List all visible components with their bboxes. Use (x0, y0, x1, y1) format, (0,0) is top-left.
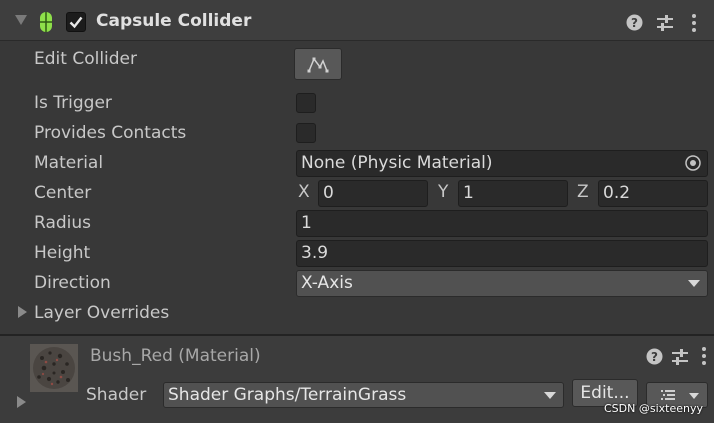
material-label: Material (34, 153, 104, 173)
preset-icon[interactable] (656, 14, 674, 32)
is-trigger-checkbox[interactable] (296, 93, 316, 113)
radius-input[interactable]: 1 (296, 210, 708, 237)
more-icon[interactable] (690, 13, 698, 33)
radius-label: Radius (34, 213, 92, 233)
capsule-collider-icon (38, 11, 54, 33)
center-x-input[interactable]: 0 (318, 180, 428, 207)
material-field-value: None (Physic Material) (301, 153, 493, 173)
shader-label: Shader (86, 385, 147, 405)
material-foldout-icon[interactable] (17, 396, 26, 408)
edit-collider-label: Edit Collider (34, 49, 138, 69)
height-label: Height (34, 243, 91, 263)
center-y-label[interactable]: Y (438, 180, 448, 204)
material-preset-icon[interactable] (671, 348, 689, 366)
center-y-value: 1 (463, 183, 474, 203)
material-help-icon[interactable]: ? (646, 348, 663, 365)
edit-collider-button[interactable] (294, 48, 342, 80)
height-value: 3.9 (301, 243, 329, 263)
is-trigger-label: Is Trigger (34, 93, 112, 113)
center-x-label[interactable]: X (298, 180, 310, 204)
direction-value: X-Axis (301, 273, 353, 293)
provides-contacts-checkbox[interactable] (296, 123, 316, 143)
component-enabled-checkbox[interactable] (66, 12, 86, 32)
center-z-label[interactable]: Z (577, 180, 589, 204)
center-label: Center (34, 183, 92, 203)
shader-dropdown[interactable]: Shader Graphs/TerrainGrass (163, 382, 564, 408)
svg-text:?: ? (631, 16, 638, 30)
component-title: Capsule Collider (96, 11, 252, 31)
material-preview-icon (30, 344, 78, 392)
svg-text:?: ? (651, 350, 658, 364)
provides-contacts-label: Provides Contacts (34, 123, 187, 143)
chevron-down-icon (688, 280, 700, 287)
checkmark-icon (69, 16, 83, 29)
material-field[interactable]: None (Physic Material) (296, 150, 708, 177)
help-icon[interactable]: ? (626, 14, 643, 31)
radius-value: 1 (301, 213, 312, 233)
direction-dropdown[interactable]: X-Axis (296, 270, 708, 297)
material-title: Bush_Red (Material) (90, 346, 261, 366)
edit-collider-icon (307, 57, 329, 73)
direction-label: Direction (34, 273, 111, 293)
center-y-input[interactable]: 1 (458, 180, 568, 207)
object-picker-icon[interactable] (684, 154, 702, 172)
shader-value: Shader Graphs/TerrainGrass (168, 385, 407, 405)
center-z-value: 0.2 (603, 183, 631, 203)
height-input[interactable]: 3.9 (296, 240, 708, 267)
center-z-input[interactable]: 0.2 (598, 180, 708, 207)
shader-chevron-down-icon (544, 392, 556, 399)
watermark: CSDN @sixteenyy (604, 402, 703, 415)
layer-overrides-label[interactable]: Layer Overrides (34, 302, 169, 324)
foldout-right-icon[interactable] (18, 306, 27, 318)
center-x-value: 0 (323, 183, 334, 203)
foldout-arrow-icon[interactable] (15, 15, 27, 25)
material-more-icon[interactable] (700, 346, 708, 366)
